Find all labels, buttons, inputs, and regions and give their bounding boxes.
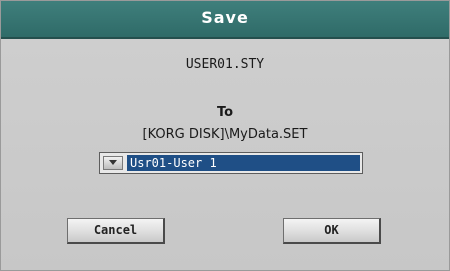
dialog-title: Save [1,1,449,39]
ok-button[interactable]: OK [283,218,381,244]
cancel-button[interactable]: Cancel [67,218,165,244]
file-name: USER01.STY [185,57,265,72]
save-dialog: Save USER01.STY To [KORG DISK]\MyData.SE… [0,0,450,271]
to-label: To [216,105,234,120]
chevron-down-icon[interactable] [103,156,123,170]
destination-path: [KORG DISK]\MyData.SET [142,127,308,142]
destination-dropdown[interactable]: Usr01-User 1 [99,152,363,174]
destination-selected-value[interactable]: Usr01-User 1 [127,155,360,171]
